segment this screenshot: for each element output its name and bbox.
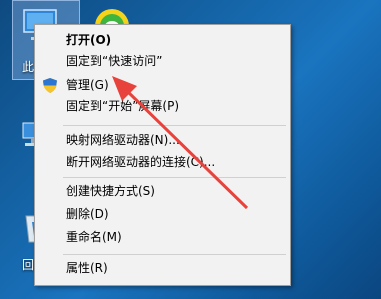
menu-item-label: 打开(O) (66, 33, 112, 47)
menu-item-label: 重命名(M) (66, 230, 122, 244)
recycle-bin-label: 回 (22, 258, 35, 272)
menu-item-label: 映射网络驱动器(N)... (66, 133, 180, 147)
context-menu: 打开(O) 固定到“快速访问” 管理(G) 固定到“开始”屏幕(P) 映射网络驱… (34, 24, 291, 286)
menu-item-properties[interactable]: 属性(R) (35, 258, 290, 279)
menu-item-label: 固定到“快速访问” (66, 54, 163, 68)
menu-item-rename[interactable]: 重命名(M) (35, 227, 290, 248)
menu-item-label: 删除(D) (66, 207, 109, 221)
menu-item-disconnect-drive[interactable]: 断开网络驱动器的连接(C)... (35, 152, 290, 173)
menu-item-delete[interactable]: 删除(D) (35, 204, 290, 225)
menu-item-label: 属性(R) (66, 261, 108, 275)
menu-separator (63, 177, 286, 178)
menu-item-label: 断开网络驱动器的连接(C)... (66, 155, 216, 169)
menu-item-label: 固定到“开始”屏幕(P) (66, 99, 180, 113)
menu-separator (63, 254, 286, 255)
this-pc-label: 此 (22, 60, 35, 74)
menu-item-open[interactable]: 打开(O) (35, 30, 290, 51)
menu-item-map-drive[interactable]: 映射网络驱动器(N)... (35, 130, 290, 151)
menu-separator (63, 125, 286, 126)
menu-item-label: 管理(G) (66, 78, 109, 92)
menu-item-label: 创建快捷方式(S) (66, 184, 155, 198)
menu-item-manage[interactable]: 管理(G) (35, 75, 290, 96)
menu-item-pin-quick-access[interactable]: 固定到“快速访问” (35, 51, 290, 72)
menu-item-create-shortcut[interactable]: 创建快捷方式(S) (35, 181, 290, 202)
menu-item-pin-start[interactable]: 固定到“开始”屏幕(P) (35, 96, 290, 117)
